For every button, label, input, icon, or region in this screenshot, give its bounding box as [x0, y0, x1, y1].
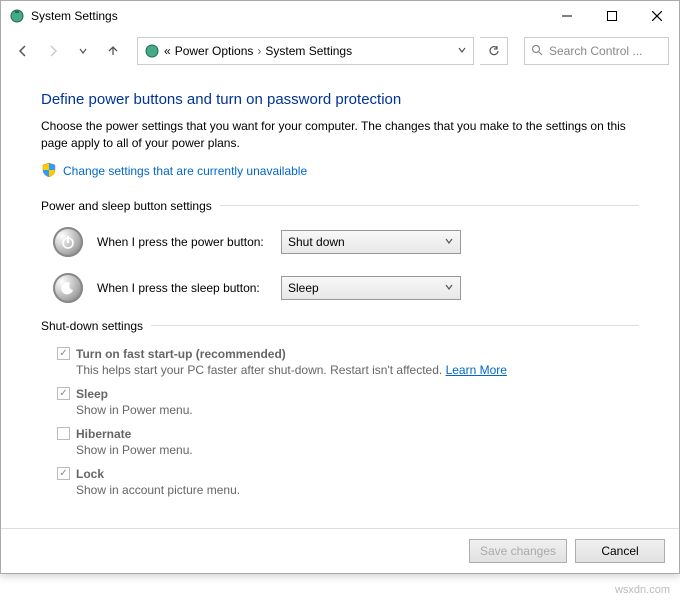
- chevron-down-icon: [444, 235, 454, 249]
- breadcrumb[interactable]: « Power Options › System Settings: [137, 37, 474, 65]
- breadcrumb-item-power-options[interactable]: Power Options: [175, 44, 254, 58]
- sleep-button-label: When I press the sleep button:: [97, 281, 267, 295]
- power-icon: [53, 227, 83, 257]
- section-shutdown: Shut-down settings: [41, 319, 151, 333]
- intro-text: Choose the power settings that you want …: [41, 118, 639, 152]
- refresh-button[interactable]: [480, 37, 508, 65]
- fast-startup-checkbox: [57, 347, 70, 360]
- lock-label: Lock: [76, 467, 104, 481]
- fast-startup-desc: This helps start your PC faster after sh…: [57, 363, 639, 377]
- app-icon: [9, 8, 25, 24]
- search-input[interactable]: Search Control ...: [524, 37, 669, 65]
- change-settings-link[interactable]: Change settings that are currently unava…: [63, 164, 307, 178]
- sleep-checkbox: [57, 387, 70, 400]
- close-button[interactable]: [634, 1, 679, 31]
- window-title: System Settings: [31, 9, 544, 23]
- navbar: « Power Options › System Settings Search…: [1, 31, 679, 71]
- breadcrumb-sep: «: [164, 44, 171, 58]
- recent-dropdown[interactable]: [71, 39, 95, 63]
- maximize-button[interactable]: [589, 1, 634, 31]
- fast-startup-label: Turn on fast start-up (recommended): [76, 347, 286, 361]
- search-icon: [531, 44, 543, 59]
- breadcrumb-dropdown[interactable]: [457, 44, 467, 58]
- page-title: Define power buttons and turn on passwor…: [41, 91, 639, 108]
- titlebar: System Settings: [1, 1, 679, 31]
- lock-desc: Show in account picture menu.: [57, 483, 639, 497]
- sleep-button-select[interactable]: Sleep: [281, 276, 461, 300]
- sleep-option-label: Sleep: [76, 387, 108, 401]
- up-button[interactable]: [101, 39, 125, 63]
- shield-icon: [41, 162, 57, 181]
- breadcrumb-sep: ›: [257, 44, 261, 58]
- watermark: wsxdn.com: [615, 584, 670, 596]
- sleep-option-desc: Show in Power menu.: [57, 403, 639, 417]
- hibernate-desc: Show in Power menu.: [57, 443, 639, 457]
- footer: Save changes Cancel: [1, 528, 679, 573]
- hibernate-checkbox: [57, 427, 70, 440]
- back-button[interactable]: [11, 39, 35, 63]
- lock-checkbox: [57, 467, 70, 480]
- content-area: Define power buttons and turn on passwor…: [1, 71, 679, 528]
- breadcrumb-item-system-settings[interactable]: System Settings: [265, 44, 352, 58]
- save-button[interactable]: Save changes: [469, 539, 567, 563]
- search-placeholder: Search Control ...: [549, 44, 642, 58]
- forward-button[interactable]: [41, 39, 65, 63]
- section-power-sleep: Power and sleep button settings: [41, 199, 220, 213]
- chevron-down-icon: [444, 281, 454, 295]
- sleep-button-value: Sleep: [288, 281, 319, 295]
- hibernate-label: Hibernate: [76, 427, 131, 441]
- power-button-value: Shut down: [288, 235, 345, 249]
- power-button-select[interactable]: Shut down: [281, 230, 461, 254]
- minimize-button[interactable]: [544, 1, 589, 31]
- sleep-icon: [53, 273, 83, 303]
- breadcrumb-icon: [144, 43, 160, 59]
- cancel-button[interactable]: Cancel: [575, 539, 665, 563]
- learn-more-link[interactable]: Learn More: [446, 363, 507, 377]
- power-button-label: When I press the power button:: [97, 235, 267, 249]
